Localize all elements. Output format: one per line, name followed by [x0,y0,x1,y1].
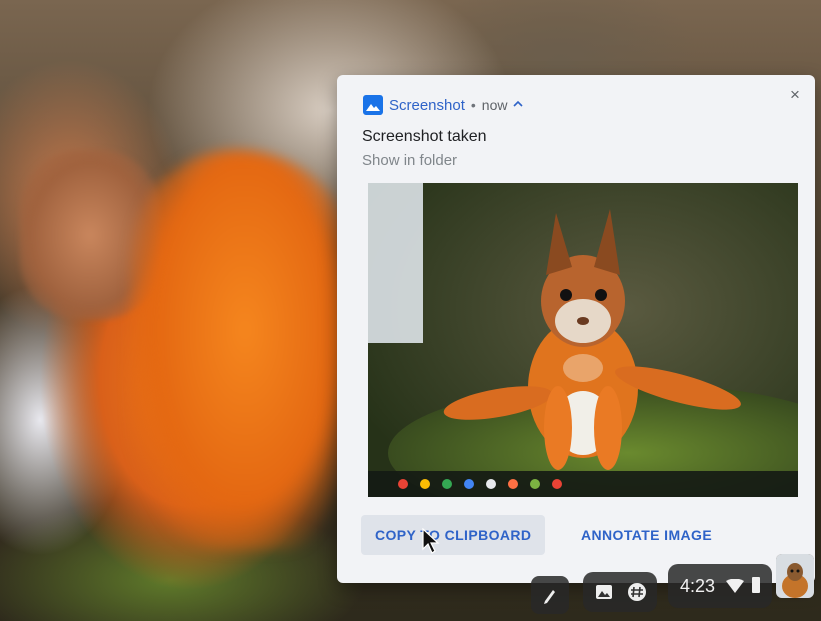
stylus-icon [544,590,555,604]
hashtag-icon[interactable] [627,582,647,602]
mouse-cursor-icon [422,528,440,554]
photos-app-icon [530,479,540,489]
notification-time: now [481,97,508,113]
avatar[interactable] [776,554,814,598]
notification-title: Screenshot taken [362,128,487,145]
play-store-icon [442,479,452,489]
copy-to-clipboard-button[interactable]: COPY TO CLIPBOARD [361,515,546,555]
screenshot-app-icon [363,95,383,115]
docs-icon [464,479,474,489]
close-icon[interactable]: × [785,85,805,105]
show-in-folder-link[interactable]: Show in folder [362,152,457,169]
wifi-icon [726,579,744,593]
chevron-up-icon[interactable] [513,99,524,111]
screenshot-notification: Screenshot • now × Screenshot taken Show… [337,75,815,583]
battery-icon [752,577,760,593]
gmail-icon [486,479,496,489]
photos-icon[interactable] [595,583,613,601]
notification-header: Screenshot • now [363,95,524,115]
squirrel-fur-blur [130,150,360,550]
annotate-image-button[interactable]: ANNOTATE IMAGE [567,515,726,555]
separator-dot: • [470,97,476,113]
tray-pods [583,572,657,612]
files-icon [420,479,430,489]
status-area[interactable]: 4:23 [668,564,772,608]
chrome-icon [398,479,408,489]
screenshot-preview[interactable] [368,183,798,497]
preview-shelf [368,471,798,497]
app-name: Screenshot [389,96,465,114]
youtube-icon [508,479,518,489]
stylus-tools-button[interactable] [531,576,569,614]
clock: 4:23 [680,576,716,596]
music-icon [552,479,562,489]
squirrel-image [368,183,798,497]
